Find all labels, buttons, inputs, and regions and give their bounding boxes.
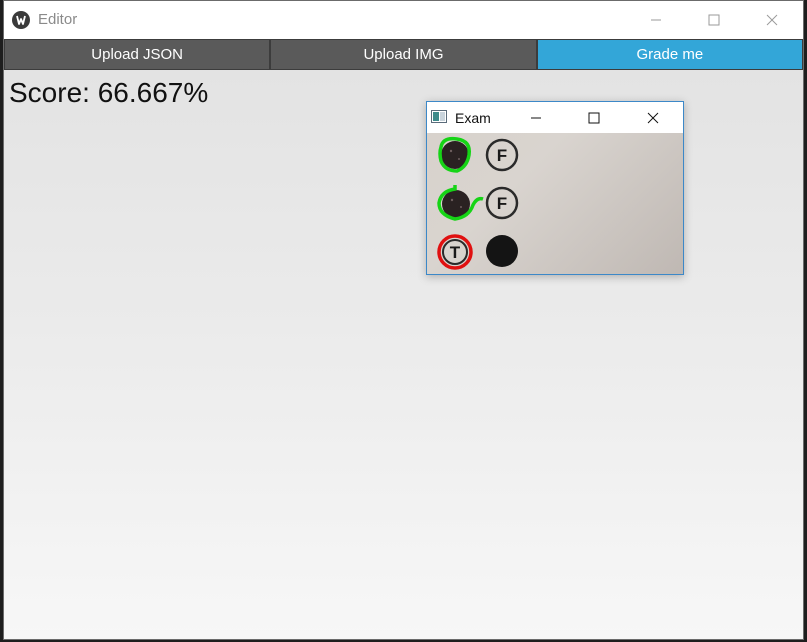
option-label: T: [450, 243, 461, 262]
exam-title-bar[interactable]: Exam: [427, 102, 683, 133]
exam-window-title: Exam: [455, 110, 491, 126]
upload-json-button[interactable]: Upload JSON: [5, 40, 270, 69]
toolbar: Upload JSON Upload IMG Grade me: [4, 39, 803, 70]
close-icon: [647, 112, 659, 123]
maximize-icon: [588, 112, 600, 123]
editor-window: Editor Upload JSON Upload IMG Grade me S…: [3, 0, 804, 640]
close-icon: [766, 14, 778, 26]
maximize-icon: [708, 14, 720, 26]
desktop: Editor Upload JSON Upload IMG Grade me S…: [0, 0, 807, 642]
answer-row-3: T: [437, 234, 518, 270]
option-label: F: [497, 194, 507, 213]
app-logo-icon: [12, 11, 30, 29]
upload-img-button[interactable]: Upload IMG: [271, 40, 536, 69]
exam-close-button[interactable]: [624, 102, 682, 133]
exam-graded-image: F F T: [427, 133, 683, 274]
maximize-button[interactable]: [685, 1, 743, 39]
score-label: Score: 66.667%: [9, 77, 209, 108]
minimize-icon: [651, 19, 661, 21]
window-app-icon: [431, 110, 447, 123]
grade-me-button[interactable]: Grade me: [537, 40, 802, 69]
option-label: F: [497, 146, 507, 165]
close-button[interactable]: [743, 1, 801, 39]
graded-answer-sheet: F F T: [437, 136, 519, 270]
answer-row-1: F: [438, 136, 519, 173]
exam-maximize-button[interactable]: [565, 102, 623, 133]
window-title: Editor: [38, 11, 78, 28]
answer-row-2: F: [437, 185, 519, 221]
exam-window: Exam F F T: [426, 101, 684, 275]
filled-bubble: [486, 235, 518, 267]
exam-minimize-button[interactable]: [507, 102, 565, 133]
title-bar[interactable]: Editor: [4, 1, 803, 39]
minimize-icon: [531, 117, 541, 118]
minimize-button[interactable]: [627, 1, 685, 39]
